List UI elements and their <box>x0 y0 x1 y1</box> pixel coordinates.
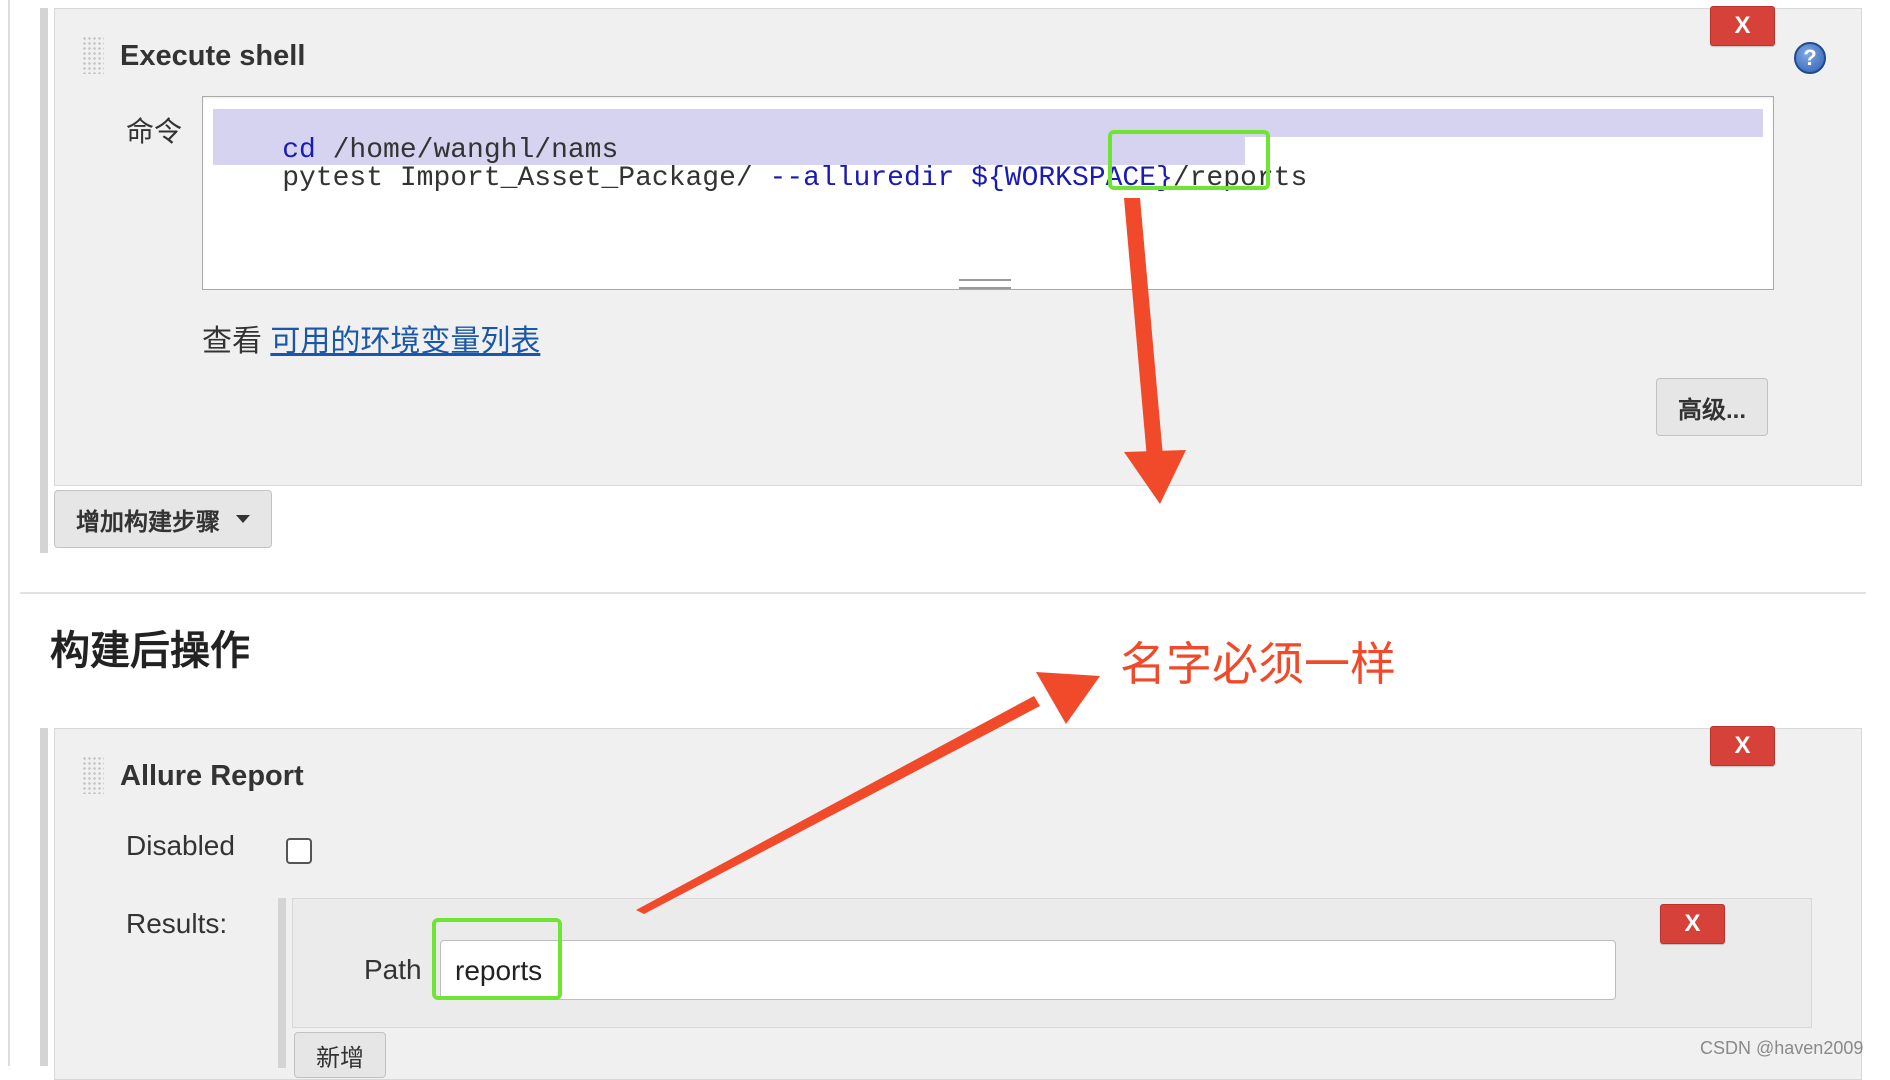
down-arrow-icon <box>1124 198 1186 504</box>
up-arrow-icon <box>636 672 1100 914</box>
annotation-arrows <box>636 198 1186 914</box>
